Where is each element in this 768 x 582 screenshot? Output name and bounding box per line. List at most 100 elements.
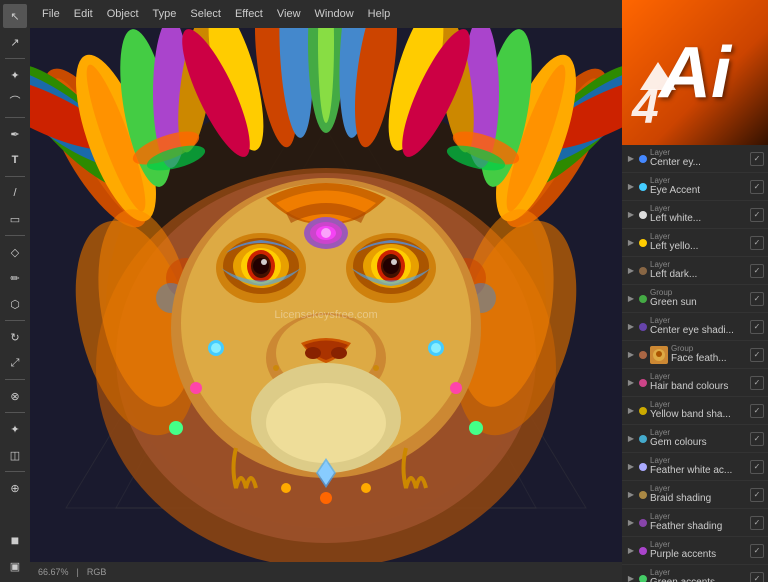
layer-type: Group bbox=[650, 289, 748, 297]
menu-view[interactable]: View bbox=[273, 6, 305, 22]
layer-expand-icon[interactable]: ▶ bbox=[626, 546, 636, 556]
layer-visibility-toggle[interactable] bbox=[750, 432, 764, 446]
layer-item[interactable]: ▶ Layer Green accents bbox=[622, 565, 768, 582]
layer-visibility-toggle[interactable] bbox=[750, 348, 764, 362]
layer-item[interactable]: ▶ Layer Eye Accent bbox=[622, 173, 768, 201]
menu-effect[interactable]: Effect bbox=[231, 6, 267, 22]
layer-visibility-toggle[interactable] bbox=[750, 208, 764, 222]
line-tool[interactable]: / bbox=[3, 181, 27, 205]
layer-visibility-toggle[interactable] bbox=[750, 180, 764, 194]
layer-visibility-toggle[interactable] bbox=[750, 488, 764, 502]
layer-item[interactable]: ▶ Layer Left white... bbox=[622, 201, 768, 229]
layer-name: Left white... bbox=[650, 213, 748, 225]
layer-expand-icon[interactable]: ▶ bbox=[626, 294, 636, 304]
zoom-tool[interactable]: ⊕ bbox=[3, 476, 27, 500]
layer-expand-icon[interactable]: ▶ bbox=[626, 490, 636, 500]
layer-item[interactable]: ▶ Layer Center ey... bbox=[622, 145, 768, 173]
layer-color-dot bbox=[639, 407, 647, 415]
layer-color-dot bbox=[639, 435, 647, 443]
layer-color-dot bbox=[639, 267, 647, 275]
artwork-canvas[interactable]: Licensekeysfree.com bbox=[30, 28, 622, 562]
layer-item[interactable]: ▶ Layer Center eye shadi... bbox=[622, 313, 768, 341]
direct-selection-tool[interactable]: ↗ bbox=[3, 30, 27, 54]
menu-window[interactable]: Window bbox=[311, 6, 358, 22]
eyedropper-tool[interactable]: ✦ bbox=[3, 417, 27, 441]
layer-visibility-toggle[interactable] bbox=[750, 292, 764, 306]
menu-select[interactable]: Select bbox=[186, 6, 225, 22]
menu-help[interactable]: Help bbox=[364, 6, 395, 22]
layer-item[interactable]: ▶ Layer Purple accents bbox=[622, 537, 768, 565]
screen-mode[interactable]: ▣ bbox=[3, 554, 27, 578]
layer-visibility-toggle[interactable] bbox=[750, 152, 764, 166]
layer-item[interactable]: ▶ Layer Yellow band sha... bbox=[622, 397, 768, 425]
layer-visibility-toggle[interactable] bbox=[750, 460, 764, 474]
layer-expand-icon[interactable]: ▶ bbox=[626, 574, 636, 582]
toolbar-separator-8 bbox=[5, 471, 25, 472]
layer-expand-icon[interactable]: ▶ bbox=[626, 378, 636, 388]
menu-edit[interactable]: Edit bbox=[70, 6, 97, 22]
layer-expand-icon[interactable]: ▶ bbox=[626, 154, 636, 164]
layer-name: Green sun bbox=[650, 297, 748, 309]
layer-expand-icon[interactable]: ▶ bbox=[626, 406, 636, 416]
layer-expand-icon[interactable]: ▶ bbox=[626, 210, 636, 220]
layer-item[interactable]: ▶ Layer Hair band colours bbox=[622, 369, 768, 397]
layer-expand-icon[interactable]: ▶ bbox=[626, 350, 636, 360]
layer-item[interactable]: ▶ Layer Left yello... bbox=[622, 229, 768, 257]
toolbar-separator-5 bbox=[5, 320, 25, 321]
layer-expand-icon[interactable]: ▶ bbox=[626, 518, 636, 528]
layer-name: Braid shading bbox=[650, 493, 748, 505]
lasso-tool[interactable]: ⌒ bbox=[3, 89, 27, 113]
toolbar-separator-2 bbox=[5, 117, 25, 118]
menu-object[interactable]: Object bbox=[103, 6, 143, 22]
status-color-mode: RGB bbox=[87, 567, 107, 577]
type-tool[interactable]: T bbox=[3, 148, 27, 172]
layer-item[interactable]: ▶ Group Face feath... bbox=[622, 341, 768, 369]
layer-visibility-toggle[interactable] bbox=[750, 516, 764, 530]
selection-tool[interactable]: ↖ bbox=[3, 4, 27, 28]
layer-item[interactable]: ▶ Layer Braid shading bbox=[622, 481, 768, 509]
layer-color-dot bbox=[639, 491, 647, 499]
eraser-tool[interactable]: ⬡ bbox=[3, 292, 27, 316]
layer-expand-icon[interactable]: ▶ bbox=[626, 462, 636, 472]
layer-expand-icon[interactable]: ▶ bbox=[626, 434, 636, 444]
menu-type[interactable]: Type bbox=[149, 6, 181, 22]
layer-label-group: Layer Hair band colours bbox=[650, 373, 748, 393]
rectangle-tool[interactable]: ▭ bbox=[3, 207, 27, 231]
menu-file[interactable]: File bbox=[38, 6, 64, 22]
layer-color-dot bbox=[639, 575, 647, 582]
layer-expand-icon[interactable]: ▶ bbox=[626, 266, 636, 276]
layer-item[interactable]: ▶ Layer Left dark... bbox=[622, 257, 768, 285]
gradient-tool[interactable]: ◫ bbox=[3, 443, 27, 467]
layer-item[interactable]: ▶ Layer Gem colours bbox=[622, 425, 768, 453]
layer-name: Gem colours bbox=[650, 437, 748, 449]
layer-item[interactable]: ▶ Layer Feather white ac... bbox=[622, 453, 768, 481]
layer-visibility-toggle[interactable] bbox=[750, 236, 764, 250]
layer-visibility-toggle[interactable] bbox=[750, 544, 764, 558]
layer-visibility-toggle[interactable] bbox=[750, 404, 764, 418]
layer-type: Layer bbox=[650, 261, 748, 269]
layer-type: Layer bbox=[650, 205, 748, 213]
layer-label-group: Layer Yellow band sha... bbox=[650, 401, 748, 421]
paintbrush-tool[interactable]: ◇ bbox=[3, 240, 27, 264]
layer-visibility-toggle[interactable] bbox=[750, 376, 764, 390]
layer-label-group: Layer Left white... bbox=[650, 205, 748, 225]
layer-visibility-toggle[interactable] bbox=[750, 320, 764, 334]
magic-wand-tool[interactable]: ✦ bbox=[3, 63, 27, 87]
layer-expand-icon[interactable]: ▶ bbox=[626, 322, 636, 332]
layer-type: Layer bbox=[650, 233, 748, 241]
fill-stroke[interactable]: ■ bbox=[3, 528, 27, 552]
layer-item[interactable]: ▶ Layer Feather shading bbox=[622, 509, 768, 537]
rotate-tool[interactable]: ↻ bbox=[3, 325, 27, 349]
layer-expand-icon[interactable]: ▶ bbox=[626, 238, 636, 248]
layer-item[interactable]: ▶ Group Green sun bbox=[622, 285, 768, 313]
pencil-tool[interactable]: ✏ bbox=[3, 266, 27, 290]
layer-visibility-toggle[interactable] bbox=[750, 264, 764, 278]
scale-tool[interactable]: ⤢ bbox=[3, 351, 27, 375]
pen-tool[interactable]: ✒ bbox=[3, 122, 27, 146]
layer-name: Left dark... bbox=[650, 269, 748, 281]
layer-visibility-toggle[interactable] bbox=[750, 572, 764, 582]
layer-thumbnail bbox=[650, 346, 668, 364]
layer-type: Group bbox=[671, 345, 748, 353]
blend-tool[interactable]: ⊗ bbox=[3, 384, 27, 408]
layer-expand-icon[interactable]: ▶ bbox=[626, 182, 636, 192]
